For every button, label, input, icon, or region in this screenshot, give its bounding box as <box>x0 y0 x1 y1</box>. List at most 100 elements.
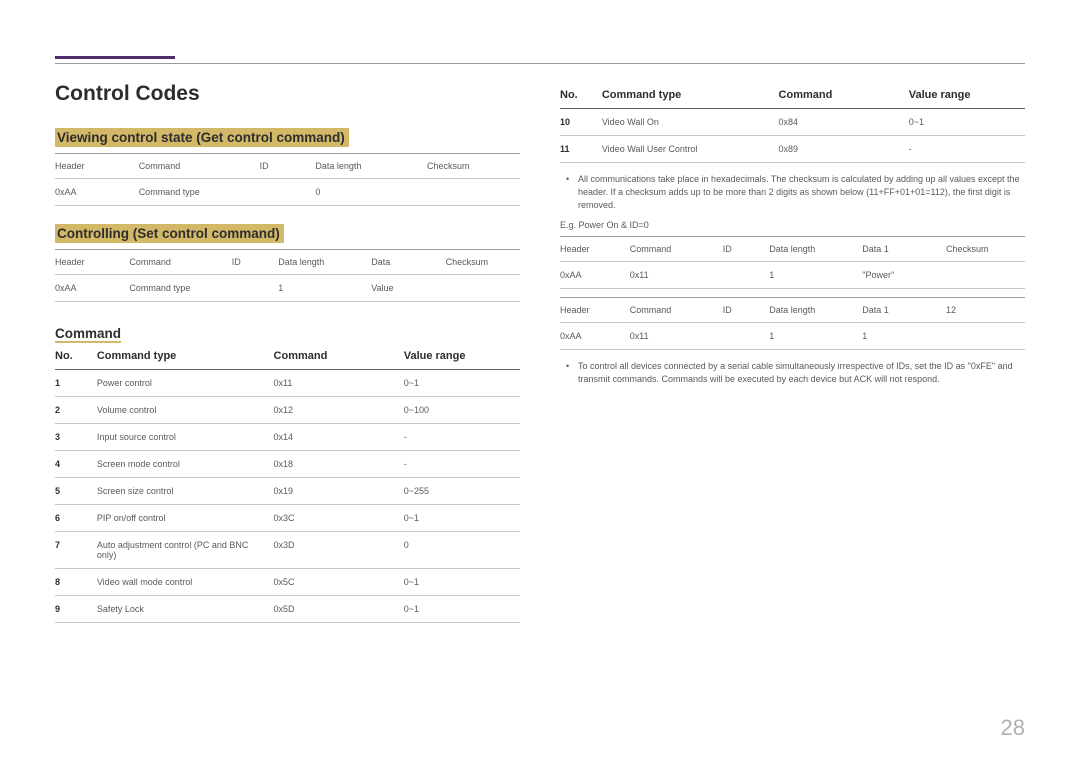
td: Command type <box>129 275 231 302</box>
td: 0x12 <box>274 397 404 424</box>
td: Volume control <box>97 397 274 424</box>
td: Screen mode control <box>97 451 274 478</box>
td: 0x3D <box>274 532 404 569</box>
td <box>723 323 770 350</box>
table-row: 5Screen size control0x190~255 <box>55 478 520 505</box>
th: Data 1 <box>862 237 946 262</box>
td: 0~255 <box>404 478 520 505</box>
td <box>946 323 1025 350</box>
th-no: No. <box>560 82 602 109</box>
th: Data 1 <box>862 298 946 323</box>
td <box>260 179 316 206</box>
table-controlling: Header Command ID Data length Data Check… <box>55 249 520 302</box>
td: 6 <box>55 505 97 532</box>
td: 0x5D <box>274 596 404 623</box>
left-column: Control Codes Viewing control state (Get… <box>55 82 520 623</box>
td <box>946 262 1025 289</box>
td: 9 <box>55 596 97 623</box>
table-row: 3Input source control0x14- <box>55 424 520 451</box>
td: 4 <box>55 451 97 478</box>
note-item: All communications take place in hexadec… <box>560 173 1025 212</box>
th: Header <box>560 237 630 262</box>
td: Power control <box>97 370 274 397</box>
table-viewing: Header Command ID Data length Checksum 0… <box>55 153 520 206</box>
td: PIP on/off control <box>97 505 274 532</box>
td <box>427 179 520 206</box>
th: Checksum <box>946 237 1025 262</box>
th: Data length <box>278 250 371 275</box>
td <box>232 275 279 302</box>
td: 0xAA <box>560 323 630 350</box>
td: 0x3C <box>274 505 404 532</box>
td: 2 <box>55 397 97 424</box>
th: Header <box>560 298 630 323</box>
td: 0~1 <box>404 569 520 596</box>
th-cmd: Command <box>274 343 404 370</box>
th: 12 <box>946 298 1025 323</box>
th: Data length <box>769 237 862 262</box>
th: Checksum <box>427 154 520 179</box>
table-row: 2Volume control0x120~100 <box>55 397 520 424</box>
td: "Power" <box>862 262 946 289</box>
table-row: 11Video Wall User Control0x89- <box>560 136 1025 163</box>
td: 0~1 <box>404 596 520 623</box>
th: Command <box>139 154 260 179</box>
td: 0 <box>404 532 520 569</box>
td: 0x14 <box>274 424 404 451</box>
note-list: All communications take place in hexadec… <box>560 173 1025 212</box>
page-title: Control Codes <box>55 82 520 106</box>
th-range: Value range <box>404 343 520 370</box>
td: Video Wall User Control <box>602 136 779 163</box>
td: Screen size control <box>97 478 274 505</box>
chapter-bar <box>55 56 175 59</box>
table-row: 4Screen mode control0x18- <box>55 451 520 478</box>
td: 0x18 <box>274 451 404 478</box>
th: ID <box>232 250 279 275</box>
th: Command <box>129 250 231 275</box>
td: 0xAA <box>560 262 630 289</box>
td: 0x11 <box>630 323 723 350</box>
th-type: Command type <box>97 343 274 370</box>
th: ID <box>723 237 770 262</box>
th-cmd: Command <box>779 82 909 109</box>
example-label: E.g. Power On & ID=0 <box>560 220 1025 230</box>
td: 0x11 <box>274 370 404 397</box>
td <box>446 275 520 302</box>
td <box>723 262 770 289</box>
td: Safety Lock <box>97 596 274 623</box>
section-heading-controlling: Controlling (Set control command) <box>55 224 284 243</box>
td: 1 <box>769 262 862 289</box>
td: 0~1 <box>404 370 520 397</box>
table-row: 8Video wall mode control0x5C0~1 <box>55 569 520 596</box>
th: Data length <box>769 298 862 323</box>
td: 0~100 <box>404 397 520 424</box>
td: Command type <box>139 179 260 206</box>
td: Video Wall On <box>602 109 779 136</box>
table-command-left: No. Command type Command Value range 1Po… <box>55 343 520 623</box>
th: Header <box>55 154 139 179</box>
td: 11 <box>560 136 602 163</box>
section-heading-command: Command <box>55 326 121 343</box>
table-example-2: Header Command ID Data length Data 1 12 … <box>560 297 1025 350</box>
top-rule <box>55 63 1025 64</box>
td: 0 <box>315 179 427 206</box>
td: Value <box>371 275 445 302</box>
table-row: 6PIP on/off control0x3C0~1 <box>55 505 520 532</box>
td: - <box>909 136 1025 163</box>
td: 0x84 <box>779 109 909 136</box>
td: 1 <box>278 275 371 302</box>
td: 10 <box>560 109 602 136</box>
td: 0x11 <box>630 262 723 289</box>
td: - <box>404 451 520 478</box>
td: 0~1 <box>909 109 1025 136</box>
td: - <box>404 424 520 451</box>
table-row: 7Auto adjustment control (PC and BNC onl… <box>55 532 520 569</box>
td: 0x19 <box>274 478 404 505</box>
table-command-right: No. Command type Command Value range 10V… <box>560 82 1025 163</box>
table-example-1: Header Command ID Data length Data 1 Che… <box>560 236 1025 289</box>
td: 0xAA <box>55 179 139 206</box>
th: Data <box>371 250 445 275</box>
page: Control Codes Viewing control state (Get… <box>0 0 1080 653</box>
th: Command <box>630 298 723 323</box>
th-range: Value range <box>909 82 1025 109</box>
